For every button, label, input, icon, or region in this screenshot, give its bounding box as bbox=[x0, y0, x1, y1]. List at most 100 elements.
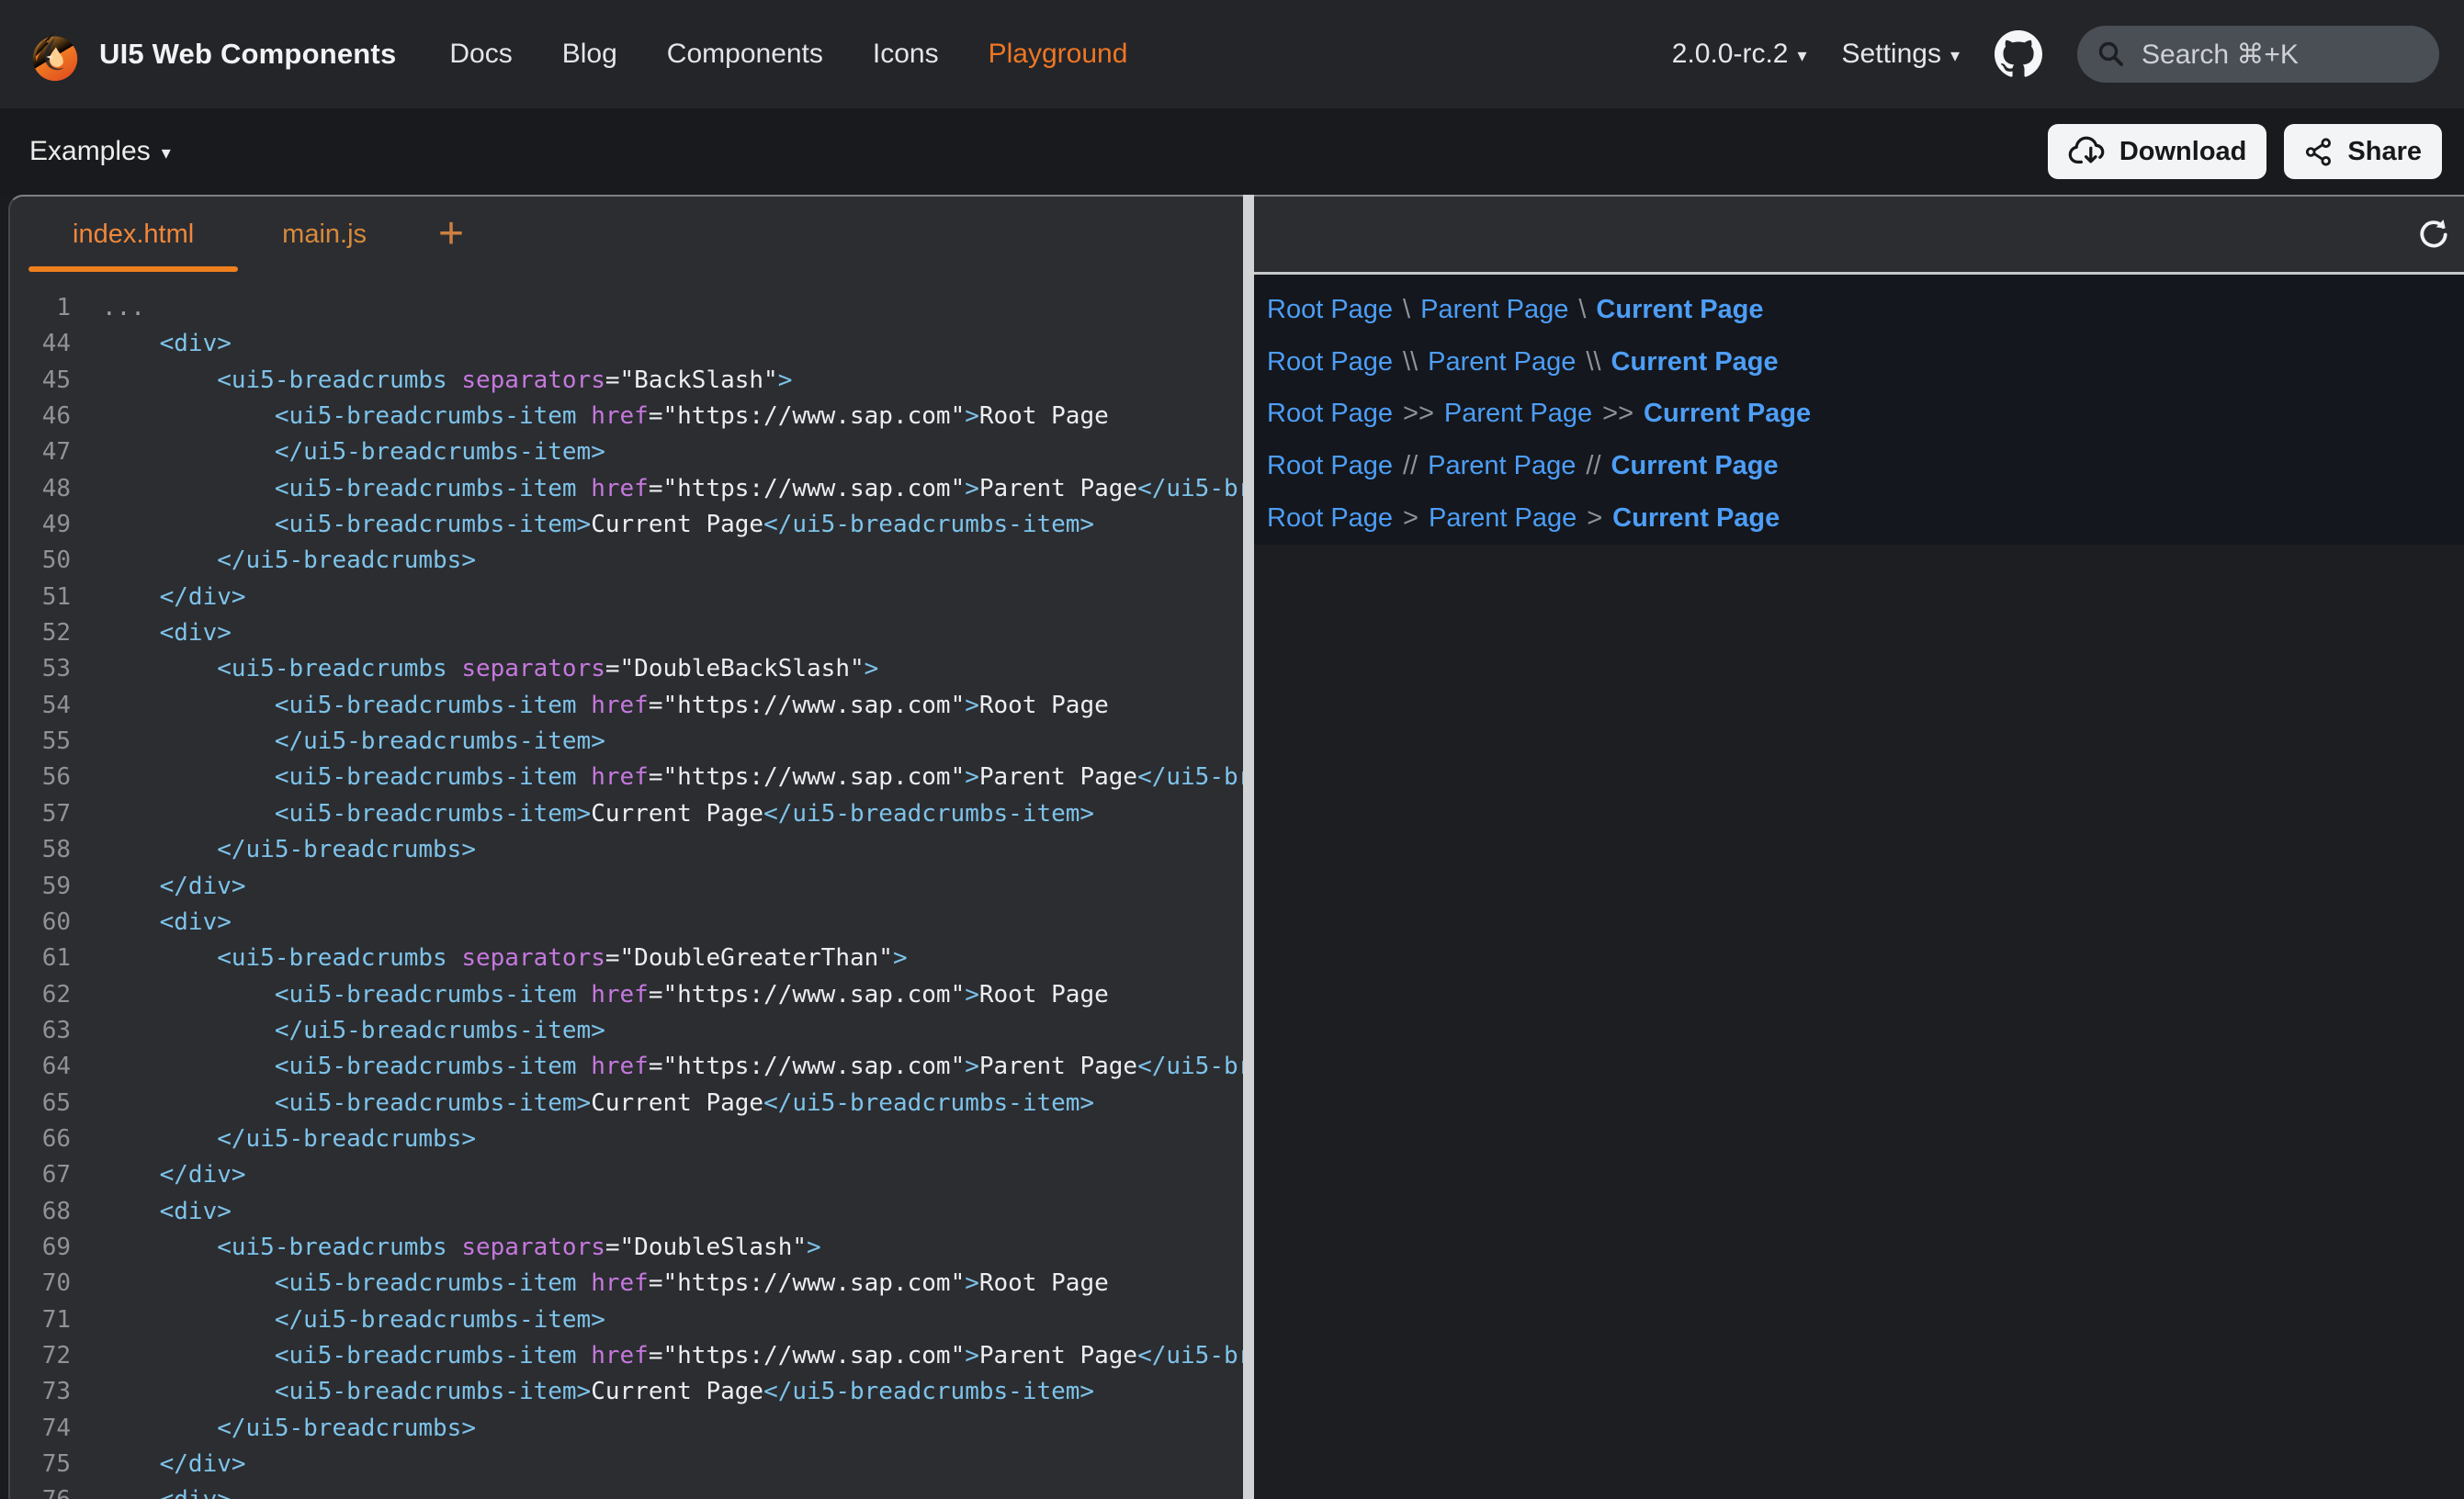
nav-link-components[interactable]: Components bbox=[667, 39, 823, 70]
line-number: 44 bbox=[10, 326, 71, 362]
line-number: 61 bbox=[10, 941, 71, 976]
line-content: <div> bbox=[71, 1482, 232, 1499]
line-content: <ui5-breadcrumbs-item>Current Page</ui5-… bbox=[71, 1374, 1094, 1410]
nav-link-blog[interactable]: Blog bbox=[562, 39, 617, 70]
breadcrumb-link[interactable]: Parent Page bbox=[1444, 399, 1592, 429]
code-line: 53 <ui5-breadcrumbs separators="DoubleBa… bbox=[10, 651, 1243, 687]
breadcrumb-link[interactable]: Root Page bbox=[1267, 451, 1393, 481]
line-number: 60 bbox=[10, 905, 71, 941]
line-number: 64 bbox=[10, 1049, 71, 1085]
code-line: 75 </div> bbox=[10, 1447, 1243, 1482]
line-content: </ui5-breadcrumbs-item> bbox=[71, 1302, 605, 1338]
github-link[interactable] bbox=[1995, 30, 2042, 78]
breadcrumb-row: Root Page//Parent Page//Current Page bbox=[1267, 440, 2464, 492]
code-editor-panel: index.html main.js + 1...44 <div>45 <ui5… bbox=[8, 195, 1243, 1499]
search-icon bbox=[2096, 39, 2127, 70]
breadcrumb-link[interactable]: Root Page bbox=[1267, 295, 1393, 325]
line-number: 56 bbox=[10, 760, 71, 795]
share-button[interactable]: Share bbox=[2284, 124, 2442, 179]
tab-label: index.html bbox=[73, 220, 194, 250]
line-content: </ui5-breadcrumbs> bbox=[71, 1121, 476, 1157]
line-number: 49 bbox=[10, 507, 71, 543]
preview-toolbar bbox=[1254, 197, 2464, 275]
line-number: 50 bbox=[10, 543, 71, 579]
line-number: 48 bbox=[10, 471, 71, 507]
code-line: 72 <ui5-breadcrumbs-item href="https://w… bbox=[10, 1338, 1243, 1374]
code-line: 56 <ui5-breadcrumbs-item href="https://w… bbox=[10, 760, 1243, 795]
line-number: 71 bbox=[10, 1302, 71, 1338]
code-line: 1... bbox=[10, 290, 1243, 326]
breadcrumb-separator: \ bbox=[1578, 295, 1586, 325]
line-content: <ui5-breadcrumbs separators="DoubleBackS… bbox=[71, 651, 878, 687]
breadcrumb-link[interactable]: Root Page bbox=[1267, 347, 1393, 378]
code-line: 46 <ui5-breadcrumbs-item href="https://w… bbox=[10, 399, 1243, 434]
code-line: 59 </div> bbox=[10, 869, 1243, 905]
line-content: <ui5-breadcrumbs-item href="https://www.… bbox=[71, 977, 1109, 1013]
tab-index-html[interactable]: index.html bbox=[28, 197, 238, 272]
code-editor-area[interactable]: 1...44 <div>45 <ui5-breadcrumbs separato… bbox=[10, 272, 1243, 1499]
version-dropdown[interactable]: 2.0.0-rc.2 bbox=[1672, 39, 1807, 70]
refresh-icon bbox=[2417, 218, 2450, 251]
code-line: 44 <div> bbox=[10, 326, 1243, 362]
editor-tabbar: index.html main.js + bbox=[10, 197, 1243, 272]
editor-preview-splitter[interactable] bbox=[1243, 195, 1254, 1499]
line-number: 51 bbox=[10, 580, 71, 615]
breadcrumb-link[interactable]: Parent Page bbox=[1429, 503, 1577, 534]
breadcrumb-link[interactable]: Root Page bbox=[1267, 503, 1393, 534]
chevron-down-icon bbox=[162, 141, 171, 164]
breadcrumb-link[interactable]: Parent Page bbox=[1428, 347, 1576, 378]
line-number: 70 bbox=[10, 1266, 71, 1302]
navbar-right: 2.0.0-rc.2 Settings Search ⌘+K bbox=[1672, 26, 2439, 83]
download-button[interactable]: Download bbox=[2048, 124, 2267, 179]
breadcrumb-separator: \\ bbox=[1403, 347, 1418, 378]
line-content: </ui5-breadcrumbs-item> bbox=[71, 434, 605, 470]
breadcrumb-separator: >> bbox=[1602, 399, 1633, 429]
code-line: 58 </ui5-breadcrumbs> bbox=[10, 832, 1243, 868]
code-line: 66 </ui5-breadcrumbs> bbox=[10, 1121, 1243, 1157]
line-content: <ui5-breadcrumbs-item href="https://www.… bbox=[71, 1338, 1243, 1374]
line-content: <div> bbox=[71, 326, 232, 362]
code-line: 57 <ui5-breadcrumbs-item>Current Page</u… bbox=[10, 796, 1243, 832]
line-content: </ui5-breadcrumbs-item> bbox=[71, 1013, 605, 1049]
breadcrumb-row: Root Page>Parent Page>Current Page bbox=[1267, 492, 2464, 545]
line-content: <ui5-breadcrumbs separators="DoubleGreat… bbox=[71, 941, 908, 976]
line-content: <div> bbox=[71, 615, 232, 651]
top-navbar: UI5 Web Components Docs Blog Components Ico… bbox=[0, 0, 2464, 108]
code-line: 49 <ui5-breadcrumbs-item>Current Page</u… bbox=[10, 507, 1243, 543]
line-number: 65 bbox=[10, 1086, 71, 1121]
nav-link-docs[interactable]: Docs bbox=[449, 39, 512, 70]
line-content: <ui5-breadcrumbs-item href="https://www.… bbox=[71, 760, 1243, 795]
add-tab-button[interactable]: + bbox=[438, 197, 464, 272]
line-number: 59 bbox=[10, 869, 71, 905]
code-line: 71 </ui5-breadcrumbs-item> bbox=[10, 1302, 1243, 1338]
breadcrumb-current-page: Current Page bbox=[1596, 295, 1763, 325]
code-line: 45 <ui5-breadcrumbs separators="BackSlas… bbox=[10, 363, 1243, 399]
line-number: 69 bbox=[10, 1230, 71, 1266]
line-number: 76 bbox=[10, 1482, 71, 1499]
code-line: 50 </ui5-breadcrumbs> bbox=[10, 543, 1243, 579]
line-content: </div> bbox=[71, 1447, 246, 1482]
breadcrumb-separator: > bbox=[1587, 503, 1602, 534]
brand-link[interactable]: UI5 Web Components bbox=[26, 26, 396, 83]
breadcrumb-link[interactable]: Root Page bbox=[1267, 399, 1393, 429]
code-line: 55 </ui5-breadcrumbs-item> bbox=[10, 724, 1243, 760]
breadcrumb-link[interactable]: Parent Page bbox=[1420, 295, 1568, 325]
breadcrumb-link[interactable]: Parent Page bbox=[1428, 451, 1576, 481]
tab-label: main.js bbox=[282, 220, 367, 250]
examples-dropdown[interactable]: Examples bbox=[29, 136, 171, 167]
refresh-button[interactable] bbox=[2413, 214, 2454, 254]
line-content: </ui5-breadcrumbs> bbox=[71, 832, 476, 868]
breadcrumb-current-page: Current Page bbox=[1644, 399, 1811, 429]
nav-link-playground[interactable]: Playground bbox=[989, 39, 1128, 70]
breadcrumb-row: Root Page>>Parent Page>>Current Page bbox=[1267, 389, 2464, 441]
line-number: 46 bbox=[10, 399, 71, 434]
settings-dropdown[interactable]: Settings bbox=[1842, 39, 1960, 70]
tab-main-js[interactable]: main.js bbox=[238, 197, 411, 272]
code-line: 61 <ui5-breadcrumbs separators="DoubleGr… bbox=[10, 941, 1243, 976]
breadcrumb-separator: // bbox=[1403, 451, 1418, 481]
nav-link-icons[interactable]: Icons bbox=[873, 39, 939, 70]
share-nodes-icon bbox=[2304, 137, 2334, 167]
line-content: </div> bbox=[71, 1157, 246, 1193]
search-input[interactable]: Search ⌘+K bbox=[2077, 26, 2439, 83]
playground-toolbar: Examples Download bbox=[0, 108, 2464, 195]
